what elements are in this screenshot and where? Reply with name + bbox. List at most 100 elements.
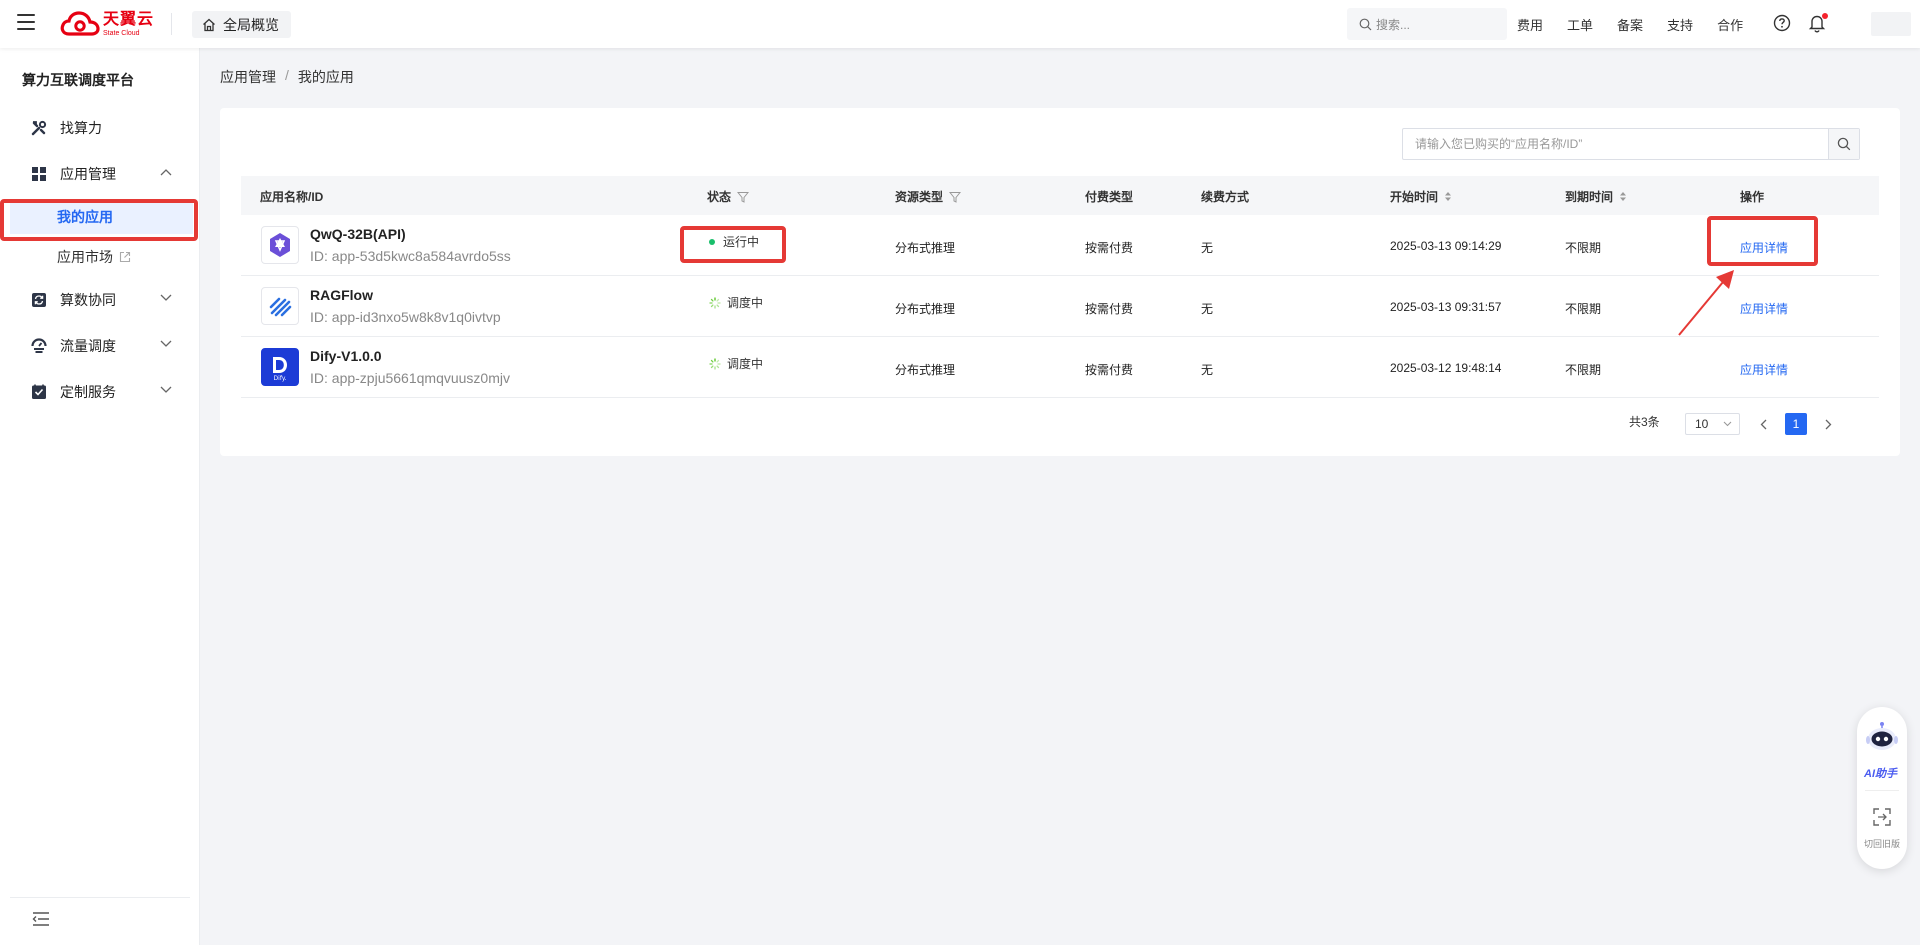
- app-name: RAGFlow: [310, 287, 373, 303]
- sidebar-item-custom-services[interactable]: 定制服务: [0, 372, 200, 412]
- table-row: QwQ-32B(API) ID: app-53d5kwc8a584avrdo5s…: [241, 215, 1879, 276]
- sort-icon: [1620, 192, 1627, 201]
- sync-icon: [31, 292, 47, 308]
- column-header-resource: 资源类型: [895, 188, 962, 205]
- sidebar-item-label: 找算力: [60, 120, 102, 136]
- prev-page-button[interactable]: [1752, 413, 1774, 435]
- global-overview-tab[interactable]: 全局概览: [192, 11, 291, 38]
- app-details-link[interactable]: 应用详情: [1740, 300, 1788, 317]
- column-header-start[interactable]: 开始时间: [1390, 188, 1452, 205]
- status-badge: 调度中: [709, 355, 763, 372]
- sidebar-item-app-market[interactable]: 应用市场: [10, 240, 193, 274]
- app-name: QwQ-32B(API): [310, 226, 406, 242]
- checkbox-icon: [31, 384, 47, 400]
- column-header-name: 应用名称/ID: [260, 188, 323, 205]
- qwq-app-icon: [261, 226, 299, 264]
- sidebar-item-app-management[interactable]: 应用管理: [0, 154, 200, 194]
- column-header-end[interactable]: 到期时间: [1565, 188, 1627, 205]
- start-time: 2025-03-13 09:14:29: [1390, 239, 1502, 253]
- column-header-label: 开始时间: [1390, 190, 1439, 204]
- page-button-current[interactable]: 1: [1785, 413, 1807, 435]
- table-header: 应用名称/ID 状态 资源类型 付费类型 续费方式 开始时间 到期时间 操作: [241, 176, 1879, 215]
- sidebar-item-traffic-scheduling[interactable]: 流量调度: [0, 326, 200, 366]
- breadcrumb: 应用管理 / 我的应用: [220, 67, 354, 87]
- collapse-sidebar-icon[interactable]: [32, 911, 50, 927]
- chevron-down-icon: [160, 294, 172, 301]
- nav-link-tickets[interactable]: 工单: [1567, 15, 1593, 34]
- status-text: 运行中: [723, 235, 760, 249]
- sidebar-item-compute-collab[interactable]: 算数协同: [0, 280, 200, 320]
- annotation-arrow: [1678, 270, 1734, 336]
- sort-icon: [1445, 192, 1452, 201]
- robot-icon[interactable]: [1864, 719, 1900, 755]
- status-text: 调度中: [727, 296, 764, 310]
- status-badge: 运行中: [709, 233, 759, 250]
- global-search-placeholder: 搜索...: [1376, 17, 1411, 32]
- chevron-left-icon: [1760, 419, 1766, 429]
- global-search-input[interactable]: 搜索...: [1347, 8, 1507, 40]
- resource-type: 分布式推理: [895, 302, 956, 316]
- page-size-select[interactable]: 10: [1685, 413, 1740, 435]
- loading-spinner-icon: [709, 296, 721, 309]
- breadcrumb-item[interactable]: 应用管理: [220, 67, 276, 87]
- column-header-label: 到期时间: [1565, 190, 1614, 204]
- app-details-link[interactable]: 应用详情: [1740, 239, 1788, 256]
- sidebar-subitem-label: 应用市场: [57, 249, 113, 265]
- platform-title: 算力互联调度平台: [22, 72, 134, 88]
- next-page-button[interactable]: [1817, 413, 1839, 435]
- app-search-button[interactable]: [1828, 129, 1859, 159]
- dify-app-icon: Dify.: [261, 348, 299, 386]
- chevron-up-icon: [160, 169, 172, 176]
- help-icon[interactable]: [1773, 14, 1791, 32]
- sidebar-item-label: 算数协同: [60, 292, 116, 308]
- nav-link-support[interactable]: 支持: [1667, 15, 1693, 34]
- column-header-label: 应用名称/ID: [260, 190, 324, 204]
- sidebar-item-label: 定制服务: [60, 384, 116, 400]
- chevron-down-icon: [160, 386, 172, 393]
- column-header-renew: 续费方式: [1201, 188, 1249, 205]
- status-dot: [709, 238, 715, 245]
- notification-bell[interactable]: [1808, 13, 1828, 36]
- pagination-total: 共3条: [1629, 415, 1660, 429]
- table-row: Dify. Dify-V1.0.0 ID: app-zpju5661qmqvuu…: [241, 337, 1879, 398]
- top-nav-links: 费用 工单 备案 支持 合作: [1517, 0, 1767, 48]
- menu-icon[interactable]: [17, 14, 35, 32]
- nav-link-filing[interactable]: 备案: [1617, 15, 1643, 34]
- nav-link-cooperation[interactable]: 合作: [1717, 15, 1743, 34]
- filter-icon[interactable]: [949, 191, 962, 203]
- switch-version-icon[interactable]: [1872, 807, 1892, 827]
- breadcrumb-separator: /: [285, 67, 289, 83]
- search-icon: [1837, 137, 1851, 151]
- external-link-icon: [119, 251, 131, 263]
- app-search-input[interactable]: [1403, 129, 1828, 159]
- sidebar-item-label: 应用管理: [60, 166, 116, 182]
- user-avatar[interactable]: [1871, 12, 1911, 36]
- column-header-status: 状态: [707, 188, 750, 205]
- column-header-actions: 操作: [1740, 188, 1764, 205]
- end-time: 不限期: [1565, 241, 1602, 255]
- sidebar-footer-divider: [10, 897, 190, 898]
- sidebar: 算力互联调度平台 找算力 应用管理 我的应用 应用市场 算数协同 流量调度 定制…: [0, 48, 200, 945]
- app-id: ID: app-id3nxo5w8k8v1q0ivtvp: [310, 309, 501, 325]
- sidebar-item-find-compute[interactable]: 找算力: [0, 108, 200, 148]
- tools-icon: [31, 120, 47, 136]
- column-header-label: 付费类型: [1085, 190, 1134, 204]
- renew-method: 无: [1201, 241, 1214, 255]
- switch-version-label[interactable]: 切回旧版: [1859, 837, 1905, 850]
- page-size-value: 10: [1695, 417, 1709, 431]
- filter-icon[interactable]: [737, 191, 750, 203]
- sidebar-item-my-apps[interactable]: 我的应用: [10, 200, 193, 234]
- ragflow-app-icon: [261, 287, 299, 325]
- start-time: 2025-03-13 09:31:57: [1390, 300, 1502, 314]
- ai-assistant-widget: AI助手 切回旧版: [1857, 707, 1907, 869]
- sidebar-subitem-label: 我的应用: [57, 209, 113, 225]
- app-details-link[interactable]: 应用详情: [1740, 361, 1788, 378]
- chevron-down-icon: [160, 340, 172, 347]
- ai-assistant-label[interactable]: AI助手: [1864, 765, 1897, 781]
- nav-link-fees[interactable]: 费用: [1517, 15, 1543, 34]
- brand-logo[interactable]: 天翼云 State Cloud: [60, 9, 154, 39]
- renew-method: 无: [1201, 363, 1214, 377]
- grid-icon: [31, 166, 47, 182]
- column-header-label: 状态: [707, 190, 732, 204]
- breadcrumb-current: 我的应用: [297, 69, 354, 85]
